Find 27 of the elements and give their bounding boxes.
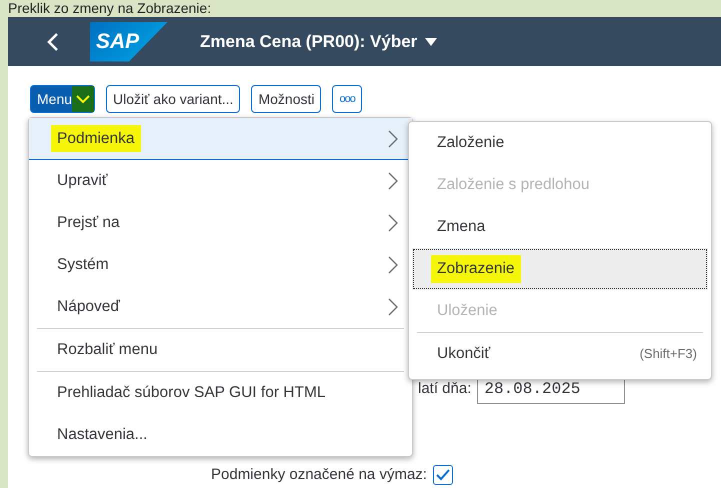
overflow-button[interactable]: ooo [332, 85, 362, 113]
menu-item[interactable]: Prejsť na [29, 202, 412, 244]
toolbar-button[interactable]: Uložiť ako variant... [106, 85, 240, 113]
logo: SAP [90, 22, 168, 62]
menu-item[interactable]: Prehliadač súborov SAP GUI for HTML [29, 372, 412, 414]
window-title: Zmena Cena (PR00): Výber [200, 30, 418, 53]
menu-item[interactable]: Ukončiť (Shift+F3) [409, 333, 711, 375]
menu-item[interactable]: Nastavenia... [29, 414, 412, 456]
menu-item[interactable]: Systém [29, 244, 412, 286]
menu-item[interactable]: Rozbaliť menu [29, 329, 412, 371]
menu-item[interactable]: Založenie [409, 122, 711, 164]
menu-item[interactable]: Nápoveď [29, 286, 412, 328]
menu-item[interactable]: Zmena [409, 206, 711, 248]
caret-icon [76, 94, 90, 104]
shortcut-text: (Shift+F3) [640, 345, 697, 364]
menu-item[interactable]: Zobrazenie [412, 248, 708, 290]
field-label: Podmienky označené na výmaz: [211, 465, 427, 485]
dropdown-icon[interactable] [425, 38, 438, 46]
menu-item[interactable]: Podmienka [29, 118, 412, 160]
menu-button[interactable]: Menu [30, 85, 96, 113]
back-icon[interactable] [46, 32, 60, 52]
caption-text: Preklik zo zmeny na Zobrazenie: [8, 0, 212, 16]
checkbox[interactable] [432, 465, 453, 486]
checkmark-icon [436, 469, 450, 482]
toolbar-button[interactable]: Možnosti [251, 85, 322, 113]
menu-item[interactable]: Upraviť [29, 160, 412, 202]
field-label: latí dňa: [418, 378, 472, 399]
